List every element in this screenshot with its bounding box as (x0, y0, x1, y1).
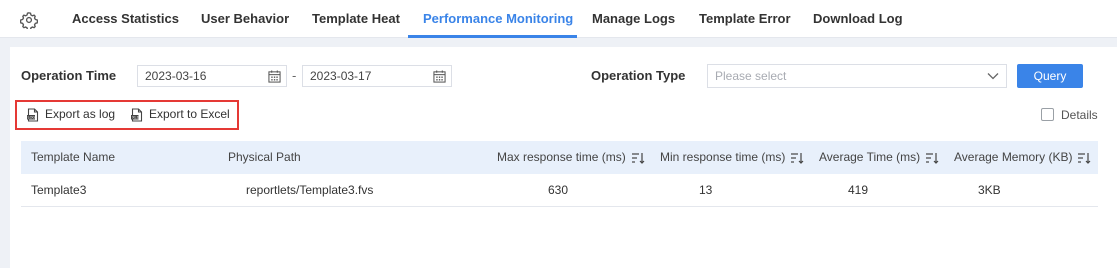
column-header-average-memory[interactable]: Average Memory (KB) (954, 141, 1091, 174)
operation-type-label: Operation Type (591, 68, 686, 83)
start-date-value: 2023-03-16 (145, 69, 207, 83)
chevron-down-icon (987, 73, 999, 80)
tab-download-log[interactable]: Download Log (813, 0, 903, 38)
end-date-value: 2023-03-17 (310, 69, 372, 83)
sort-icon[interactable] (1077, 152, 1091, 164)
column-header-physical-path: Physical Path (228, 150, 301, 164)
calendar-icon[interactable] (433, 70, 446, 83)
details-checkbox-box[interactable] (1041, 108, 1054, 121)
export-to-excel-button[interactable]: XLS Export to Excel (130, 106, 234, 124)
column-header-min-response-label: Min response time (ms) (660, 150, 786, 164)
tab-manage-logs[interactable]: Manage Logs (592, 0, 675, 38)
cell-min-response: 13 (699, 183, 713, 197)
tab-access-statistics[interactable]: Access Statistics (72, 0, 179, 38)
gear-icon[interactable] (20, 11, 38, 29)
date-range-separator: - (292, 68, 297, 83)
export-to-excel-label: Export to Excel (149, 107, 230, 121)
tab-user-behavior[interactable]: User Behavior (201, 0, 289, 38)
end-date-input[interactable]: 2023-03-17 (302, 65, 452, 87)
cell-physical-path: reportlets/Template3.fvs (246, 183, 374, 197)
column-header-average-time-label: Average Time (ms) (819, 150, 921, 164)
svg-text:LOG: LOG (28, 116, 36, 120)
start-date-input[interactable]: 2023-03-16 (137, 65, 287, 87)
excel-file-icon: XLS (131, 108, 143, 122)
active-tab-indicator (408, 35, 577, 38)
cell-max-response: 630 (548, 183, 569, 197)
tab-bar: Access Statistics User Behavior Template… (0, 0, 1117, 38)
column-header-max-response[interactable]: Max response time (ms) (497, 141, 645, 174)
sort-icon[interactable] (631, 152, 645, 164)
operation-time-label: Operation Time (21, 68, 117, 83)
operation-type-select[interactable]: Please select (707, 64, 1007, 88)
tab-template-heat[interactable]: Template Heat (312, 0, 400, 38)
query-button[interactable]: Query (1017, 64, 1083, 88)
tab-performance-monitoring[interactable]: Performance Monitoring (423, 0, 573, 38)
svg-text:XLS: XLS (132, 116, 140, 120)
sort-icon[interactable] (790, 152, 804, 164)
export-as-log-button[interactable]: LOG Export as log (26, 106, 118, 124)
export-as-log-label: Export as log (45, 107, 116, 121)
operation-type-placeholder: Please select (715, 69, 787, 83)
column-header-max-response-label: Max response time (ms) (497, 150, 626, 164)
column-header-average-time[interactable]: Average Time (ms) (819, 141, 939, 174)
sort-icon[interactable] (925, 152, 939, 164)
details-label: Details (1061, 108, 1098, 122)
log-file-icon: LOG (27, 108, 39, 122)
column-header-average-memory-label: Average Memory (KB) (954, 150, 1073, 164)
cell-template-name: Template3 (31, 183, 87, 197)
calendar-icon[interactable] (268, 70, 281, 83)
column-header-min-response[interactable]: Min response time (ms) (660, 141, 804, 174)
cell-average-memory: 3KB (978, 183, 1001, 197)
column-header-template-name: Template Name (31, 150, 116, 164)
tab-template-error[interactable]: Template Error (699, 0, 791, 38)
cell-average-time: 419 (848, 183, 869, 197)
